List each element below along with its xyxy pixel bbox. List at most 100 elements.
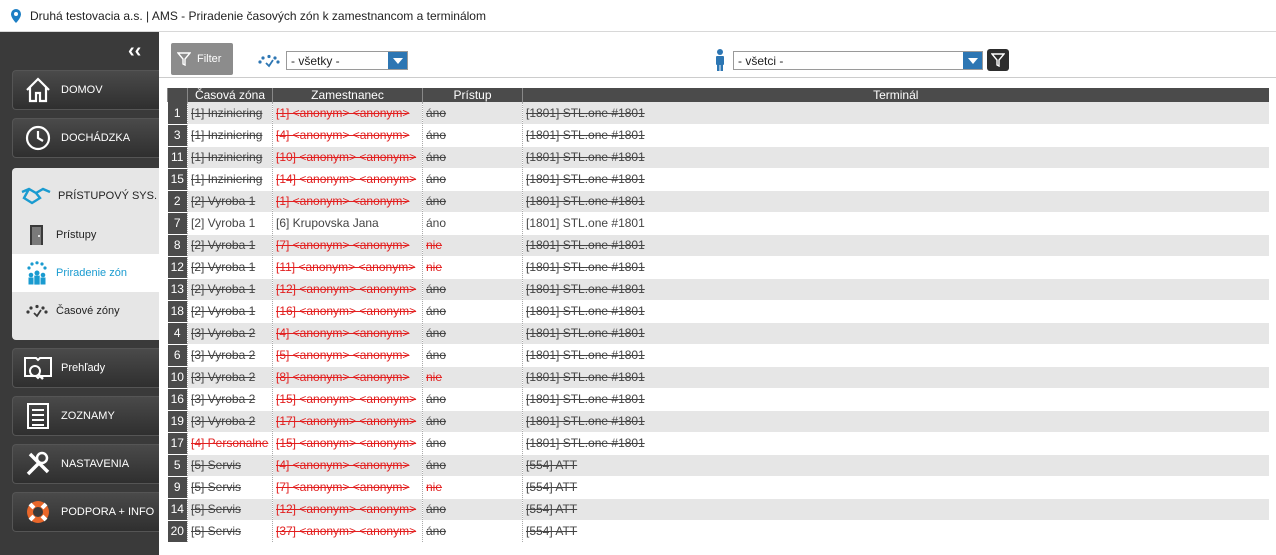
table-row[interactable]: 10 [3] Vyroba 2 [8] <anonym> <anonym> nie [1… xyxy=(167,366,1269,389)
row-number: 8 xyxy=(167,234,188,257)
apply-filter-button[interactable] xyxy=(987,49,1009,71)
lifebuoy-icon xyxy=(23,497,53,527)
zone-cell: [3] Vyroba 2 xyxy=(187,366,273,389)
row-number: 16 xyxy=(167,388,188,411)
terminal-cell: [554] ATT xyxy=(522,476,1269,499)
nav-pristupovy-sys-label: PRÍSTUPOVÝ SYS. xyxy=(58,190,158,202)
access-cell: áno xyxy=(422,454,523,477)
terminal-cell: [1801] STL.one #1801 xyxy=(522,366,1269,389)
table-row[interactable]: 11 [1] Inziniering [10] <anonym> <anonym> á… xyxy=(167,146,1269,169)
employee-cell: [7] <anonym> <anonym> xyxy=(272,234,423,257)
table-row[interactable]: 13 [2] Vyroba 1 [12] <anonym> <anonym> áno[… xyxy=(167,278,1269,301)
nav-prehlady-label: Prehľady xyxy=(61,362,106,374)
nav-pristupy-label: Prístupy xyxy=(56,229,97,241)
nav-podpora-info[interactable]: PODPORA + INFO xyxy=(12,492,159,532)
employee-cell: [16] <anonym> <anonym> xyxy=(272,300,423,323)
terminal-cell: [1801] STL.one #1801 xyxy=(522,432,1269,455)
zone-cell: [5] Servis xyxy=(187,454,273,477)
collapse-sidebar-icon[interactable]: ‹‹ xyxy=(128,40,148,62)
terminal-cell: [1801] STL.one #1801 xyxy=(522,124,1269,147)
employee-cell: [4] <anonym> <anonym> xyxy=(272,124,423,147)
column-header[interactable]: Časová zóna xyxy=(187,88,273,102)
zone-cell: [1] Inziniering xyxy=(187,146,273,169)
table-row[interactable]: 18 [2] Vyroba 1 [16] <anonym> <anonym> áno[… xyxy=(167,300,1269,323)
row-number: 11 xyxy=(167,146,188,169)
access-cell: nie xyxy=(422,366,523,389)
employee-cell: [10] <anonym> <anonym> xyxy=(272,146,423,169)
table-row[interactable]: 16 [3] Vyroba 2 [15] <anonym> <anonym> áno[… xyxy=(167,388,1269,411)
table-row[interactable]: 17 [4] Personalne [15] <anonym> <anonym> án… xyxy=(167,432,1269,455)
row-number: 17 xyxy=(167,432,188,455)
zone-cell: [2] Vyroba 1 xyxy=(187,212,273,235)
table-row[interactable]: 1 [1] Inziniering [1] <anonym> <anonym> áno… xyxy=(167,102,1269,125)
table-row[interactable]: 8 [2] Vyroba 1 [7] <anonym> <anonym> nie [18… xyxy=(167,234,1269,257)
nav-domov[interactable]: DOMOV xyxy=(12,70,159,110)
table-row[interactable]: 3 [1] Inziniering [4] <anonym> <anonym> áno… xyxy=(167,124,1269,147)
table-row[interactable]: 20 [5] Servis [37] <anonym> <anonym> áno [55… xyxy=(167,520,1269,543)
terminal-cell: [554] ATT xyxy=(522,454,1269,477)
nav-pristupovy-sys[interactable]: PRÍSTUPOVÝ SYS. xyxy=(12,176,159,216)
employee-cell: [12] <anonym> <anonym> xyxy=(272,278,423,301)
access-cell: áno xyxy=(422,124,523,147)
nav-pristupy[interactable]: Prístupy xyxy=(12,216,159,254)
zone-cell: [2] Vyroba 1 xyxy=(187,300,273,323)
door-icon xyxy=(24,224,50,246)
access-cell: nie xyxy=(422,256,523,279)
table-row[interactable]: 7 [2] Vyroba 1 [6] Krupovska Jana áno [1801]… xyxy=(167,212,1269,235)
table-row[interactable]: 5 [5] Servis [4] <anonym> <anonym> áno [554]… xyxy=(167,454,1269,477)
table-row[interactable]: 14 [5] Servis [12] <anonym> <anonym> áno [55… xyxy=(167,498,1269,521)
terminal-cell: [554] ATT xyxy=(522,520,1269,543)
time-zone-filter-icon xyxy=(258,54,280,68)
row-number: 19 xyxy=(167,410,188,433)
access-cell: áno xyxy=(422,388,523,411)
nav-nastavenia[interactable]: NASTAVENIA xyxy=(12,444,159,484)
row-number: 18 xyxy=(167,300,188,323)
nav-prehlady[interactable]: Prehľady xyxy=(12,348,159,388)
nav-priradenie-zon[interactable]: Priradenie zón xyxy=(12,254,159,292)
nav-zoznamy[interactable]: ZOZNAMY xyxy=(12,396,159,436)
employee-cell: [37] <anonym> <anonym> xyxy=(272,520,423,543)
table-row[interactable]: 6 [3] Vyroba 2 [5] <anonym> <anonym> áno [18… xyxy=(167,344,1269,367)
chevron-down-icon[interactable] xyxy=(388,52,407,69)
employee-cell: [4] <anonym> <anonym> xyxy=(272,322,423,345)
row-number: 13 xyxy=(167,278,188,301)
access-cell: áno xyxy=(422,322,523,345)
terminal-cell: [1801] STL.one #1801 xyxy=(522,234,1269,257)
terminal-cell: [1801] STL.one #1801 xyxy=(522,410,1269,433)
location-pin-icon xyxy=(11,8,21,23)
filter-toolbar: Filter - všetky - - všetci - xyxy=(159,32,1276,78)
table-row[interactable]: 9 [5] Servis [7] <anonym> <anonym> nie [554]… xyxy=(167,476,1269,499)
employee-cell: [4] <anonym> <anonym> xyxy=(272,454,423,477)
table-row[interactable]: 2 [2] Vyroba 1 [1] <anonym> <anonym> áno [18… xyxy=(167,190,1269,213)
terminal-cell: [1801] STL.one #1801 xyxy=(522,300,1269,323)
employee-cell: [6] Krupovska Jana xyxy=(272,212,423,235)
table-row[interactable]: 15 [1] Inziniering [14] <anonym> <anonym> á… xyxy=(167,168,1269,191)
employee-cell: [1] <anonym> <anonym> xyxy=(272,102,423,125)
employee-select[interactable]: - všetci - xyxy=(733,51,983,70)
zone-select-value: - všetky - xyxy=(291,53,340,68)
terminal-cell: [1801] STL.one #1801 xyxy=(522,168,1269,191)
zone-select[interactable]: - všetky - xyxy=(286,51,408,70)
handshake-icon xyxy=(20,184,54,209)
window-title: Druhá testovacia a.s. | AMS - Priradenie… xyxy=(30,8,486,23)
employee-cell: [15] <anonym> <anonym> xyxy=(272,388,423,411)
column-header[interactable]: Terminál xyxy=(522,88,1269,102)
table-row[interactable]: 19 [3] Vyroba 2 [17] <anonym> <anonym> áno[… xyxy=(167,410,1269,433)
access-cell: nie xyxy=(422,476,523,499)
nav-dochadzka[interactable]: DOCHÁDZKA xyxy=(12,118,159,158)
access-cell: nie xyxy=(422,234,523,257)
table-row[interactable]: 12 [2] Vyroba 1 [11] <anonym> <anonym> nie[… xyxy=(167,256,1269,279)
filter-button-label: Filter xyxy=(197,53,222,65)
row-number: 5 xyxy=(167,454,188,477)
chevron-down-icon[interactable] xyxy=(963,52,982,69)
employee-cell: [1] <anonym> <anonym> xyxy=(272,190,423,213)
column-header[interactable]: Zamestnanec xyxy=(272,88,423,102)
employee-cell: [14] <anonym> <anonym> xyxy=(272,168,423,191)
table-row[interactable]: 4 [3] Vyroba 2 [4] <anonym> <anonym> áno [18… xyxy=(167,322,1269,345)
column-header[interactable]: Prístup xyxy=(422,88,523,102)
filter-button[interactable]: Filter xyxy=(171,43,233,75)
terminal-cell: [1801] STL.one #1801 xyxy=(522,256,1269,279)
terminal-cell: [1801] STL.one #1801 xyxy=(522,102,1269,125)
row-number: 20 xyxy=(167,520,188,543)
nav-casove-zony[interactable]: Časové zóny xyxy=(12,292,159,330)
